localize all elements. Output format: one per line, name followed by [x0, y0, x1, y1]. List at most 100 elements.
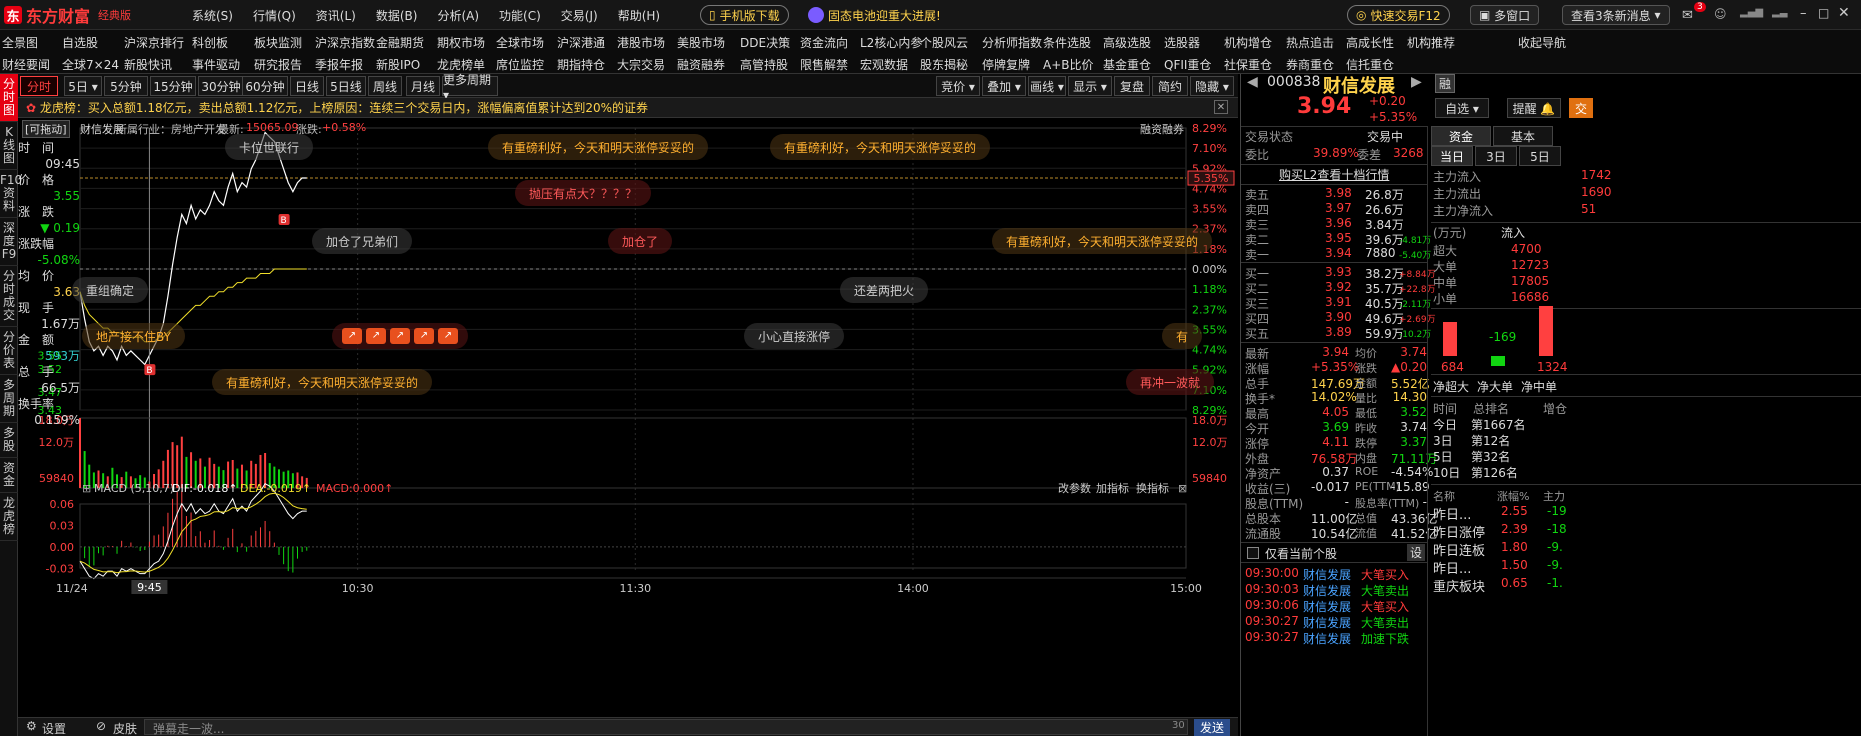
- menu-item-2[interactable]: 资讯(L): [316, 7, 356, 24]
- nav1-item-6[interactable]: 金融期货: [376, 34, 424, 51]
- trade-button[interactable]: 交: [1569, 98, 1593, 118]
- send-button[interactable]: 发送: [1194, 719, 1231, 736]
- next-stock-icon[interactable]: ▶: [1411, 74, 1422, 90]
- period-tab-2[interactable]: 5分钟: [104, 76, 148, 96]
- nav2-item-19[interactable]: QFII重仓: [1164, 56, 1211, 73]
- nav1-item-19[interactable]: 选股器: [1164, 34, 1200, 51]
- nav2-item-0[interactable]: 财经要闻: [2, 56, 50, 73]
- nav2-item-9[interactable]: 期指持仓: [557, 56, 605, 73]
- new-messages-button[interactable]: 查看3条新消息 ▾: [1562, 5, 1670, 25]
- close-icon[interactable]: ✕: [1838, 5, 1850, 21]
- nav1-item-2[interactable]: 沪深京排行: [124, 34, 184, 51]
- nav2-item-10[interactable]: 大宗交易: [617, 56, 665, 73]
- minimize-icon[interactable]: –: [1800, 6, 1807, 21]
- nav1-item-21[interactable]: 热点追击: [1286, 34, 1334, 51]
- nav2-item-2[interactable]: 新股快讯: [124, 56, 172, 73]
- nav1-item-10[interactable]: 港股市场: [617, 34, 665, 51]
- nav2-item-6[interactable]: 新股IPO: [376, 56, 420, 73]
- ticks-settings-button[interactable]: 设: [1407, 544, 1426, 561]
- menu-item-5[interactable]: 功能(C): [499, 7, 541, 24]
- nav2-item-21[interactable]: 券商重仓: [1286, 56, 1334, 73]
- nav1-item-13[interactable]: 资金流向: [800, 34, 848, 51]
- period-tab-3[interactable]: 15分钟: [150, 76, 196, 96]
- menu-item-1[interactable]: 行情(Q): [253, 7, 296, 24]
- user-icon[interactable]: ☺: [1714, 7, 1727, 21]
- quick-trade-button[interactable]: ◎ 快速交易F12: [1347, 5, 1450, 25]
- nav1-item-14[interactable]: L2核心内参: [860, 34, 922, 51]
- danmu-comment[interactable]: 还差两把火: [840, 277, 929, 303]
- chart-tool-1[interactable]: 叠加 ▾: [982, 76, 1026, 96]
- prev-stock-icon[interactable]: ◀: [1247, 74, 1258, 90]
- news-ticker[interactable]: 固态电池迎重大进展!: [800, 5, 949, 25]
- nav1-item-0[interactable]: 全景图: [2, 34, 38, 51]
- chart-tool-0[interactable]: 竞价 ▾: [936, 76, 980, 96]
- settings-icon[interactable]: ⚙: [26, 719, 37, 733]
- nav1-item-3[interactable]: 科创板: [192, 34, 228, 51]
- nav1-item-5[interactable]: 沪深京指数: [315, 34, 375, 51]
- nav2-item-18[interactable]: 基金重仓: [1103, 56, 1151, 73]
- nav2-item-3[interactable]: 事件驱动: [192, 56, 240, 73]
- period-tab-5[interactable]: 60分钟: [242, 76, 288, 96]
- danmu-comment[interactable]: 重组确定: [72, 277, 149, 303]
- nav1-item-7[interactable]: 期权市场: [437, 34, 485, 51]
- chart-tool-3[interactable]: 显示 ▾: [1068, 76, 1112, 96]
- nav2-item-17[interactable]: A+B比价: [1043, 56, 1094, 73]
- danmu-comment[interactable]: 再冲一波就: [1126, 369, 1215, 395]
- nav1-item-9[interactable]: 沪深港通: [557, 34, 605, 51]
- side-tab-7[interactable]: 多股: [0, 423, 18, 458]
- chart-tool-6[interactable]: 隐藏 ▾: [1190, 76, 1234, 96]
- nav2-item-4[interactable]: 研究报告: [254, 56, 302, 73]
- danmu-comment[interactable]: 小心直接涨停: [744, 323, 845, 349]
- period-tab-7[interactable]: 5日线: [326, 76, 366, 96]
- nav2-item-22[interactable]: 信托重仓: [1346, 56, 1394, 73]
- nav1-item-16[interactable]: 分析师指数: [982, 34, 1042, 51]
- period-tab-8[interactable]: 周线: [368, 76, 402, 96]
- nav2-item-15[interactable]: 股东揭秘: [920, 56, 968, 73]
- settings-label[interactable]: 设置: [42, 720, 66, 736]
- nav2-item-5[interactable]: 季报年报: [315, 56, 363, 73]
- only-current-checkbox[interactable]: [1247, 547, 1259, 559]
- period-tab-0[interactable]: 分时: [20, 76, 58, 96]
- nav2-item-20[interactable]: 社保重仓: [1224, 56, 1272, 73]
- side-tab-8[interactable]: 资金: [0, 458, 18, 493]
- nav1-item-11[interactable]: 美股市场: [677, 34, 725, 51]
- danmu-comment[interactable]: 卡位世联行: [225, 134, 314, 160]
- side-tab-4[interactable]: 分时成交: [0, 266, 18, 327]
- chart-tool-2[interactable]: 画线 ▾: [1028, 76, 1066, 96]
- danmu-comment[interactable]: 有重磅利好，今天和明天涨停妥妥的: [212, 369, 433, 395]
- fund-tab-1[interactable]: 基本: [1493, 126, 1553, 146]
- nav1-item-18[interactable]: 高级选股: [1103, 34, 1151, 51]
- period-tab-6[interactable]: 日线: [290, 76, 324, 96]
- danmu-comment[interactable]: 加仓了: [608, 228, 673, 254]
- danmu-input[interactable]: 弹幕走一波...: [144, 719, 1188, 736]
- skin-icon[interactable]: ⊘: [96, 719, 106, 733]
- fund-tab-0[interactable]: 资金: [1431, 126, 1491, 146]
- nav2-item-14[interactable]: 宏观数据: [860, 56, 908, 73]
- period-tab-10[interactable]: 更多周期 ▾: [442, 73, 498, 102]
- side-tab-1[interactable]: K线图: [0, 122, 18, 170]
- add-watchlist-button[interactable]: 自选 ▾: [1435, 98, 1489, 118]
- danmu-comment[interactable]: 有重磅利好，今天和明天涨停妥妥的: [488, 134, 709, 160]
- danmu-comment[interactable]: 加仓了兄弟们: [312, 228, 413, 254]
- menu-item-3[interactable]: 数据(B): [376, 7, 418, 24]
- period-tab-4[interactable]: 30分钟: [198, 76, 244, 96]
- side-tab-2[interactable]: F10资料: [0, 170, 22, 218]
- side-tab-5[interactable]: 分价表: [0, 327, 18, 375]
- mail-icon[interactable]: ✉: [1682, 8, 1693, 23]
- danmu-comment[interactable]: 有重磅利好，今天和明天涨停妥妥的: [770, 134, 991, 160]
- danmu-comment[interactable]: 抛压有点大？？？？: [515, 180, 652, 206]
- nav2-item-11[interactable]: 融资融券: [677, 56, 725, 73]
- menu-item-4[interactable]: 分析(A): [437, 7, 479, 24]
- nav1-item-24[interactable]: 收起导航: [1518, 34, 1566, 51]
- nav2-item-16[interactable]: 停牌复牌: [982, 56, 1030, 73]
- side-tab-6[interactable]: 多周期: [0, 375, 18, 423]
- multi-window-button[interactable]: ▣ 多窗口: [1470, 5, 1540, 25]
- nav1-item-8[interactable]: 全球市场: [496, 34, 544, 51]
- maximize-icon[interactable]: □: [1818, 6, 1829, 20]
- nav1-item-12[interactable]: DDE决策: [740, 34, 790, 51]
- chart-tool-4[interactable]: 复盘: [1114, 76, 1150, 96]
- side-tab-3[interactable]: 深度F9: [0, 218, 18, 266]
- nav2-item-13[interactable]: 限售解禁: [800, 56, 848, 73]
- nav2-item-8[interactable]: 席位监控: [496, 56, 544, 73]
- nav1-item-15[interactable]: 个股风云: [920, 34, 968, 51]
